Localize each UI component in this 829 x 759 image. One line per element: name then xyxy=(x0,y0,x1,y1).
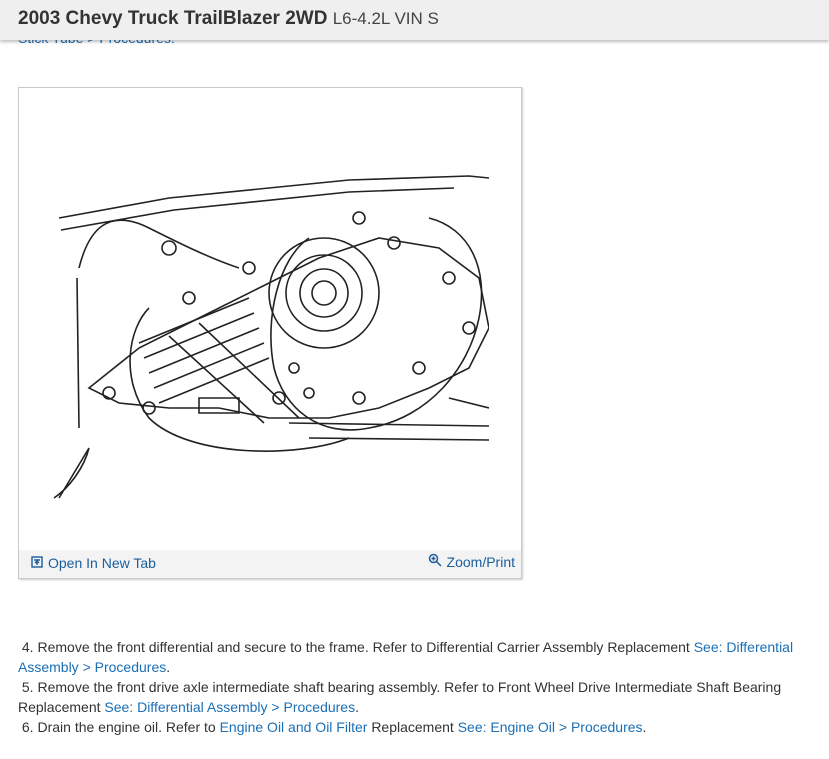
engine-label: L6-4.2L VIN S xyxy=(332,9,439,28)
open-in-new-tab-icon xyxy=(31,555,48,571)
page-header: 2003 Chevy Truck TrailBlazer 2WD L6-4.2L… xyxy=(0,0,829,40)
step-end: . xyxy=(355,699,359,715)
step-6: 6. Drain the engine oil. Refer to Engine… xyxy=(18,717,808,737)
engine-oil-filter-link[interactable]: Engine Oil and Oil Filter xyxy=(220,719,368,735)
diagram-figure: Open In New Tab Zoom/Print xyxy=(18,87,522,579)
step-text: Drain the engine oil. Refer to xyxy=(37,719,216,735)
zoom-print-button[interactable]: Zoom/Print xyxy=(428,553,515,570)
step-number: 4. xyxy=(21,639,34,655)
step-4: 4. Remove the front differential and sec… xyxy=(18,637,808,677)
differential-assembly-link[interactable]: See: Differential Assembly > Procedures xyxy=(104,699,355,715)
zoom-print-label: Zoom/Print xyxy=(446,553,515,570)
step-text: Remove the front differential and secure… xyxy=(37,639,690,655)
step-text: Replacement xyxy=(371,719,454,735)
step-end: . xyxy=(642,719,647,735)
engine-diagram-image xyxy=(53,175,489,499)
page-title: 2003 Chevy Truck TrailBlazer 2WD L6-4.2L… xyxy=(18,8,439,30)
open-in-new-tab-label: Open In New Tab xyxy=(48,555,156,571)
vehicle-title: 2003 Chevy Truck TrailBlazer 2WD xyxy=(18,8,328,29)
zoom-icon xyxy=(428,553,447,570)
open-in-new-tab-button[interactable]: Open In New Tab xyxy=(31,555,156,571)
procedure-steps: 4. Remove the front differential and sec… xyxy=(18,637,808,737)
figure-toolbar: Open In New Tab Zoom/Print xyxy=(19,550,521,578)
step-5: 5. Remove the front drive axle intermedi… xyxy=(18,677,808,717)
engine-oil-procedures-link[interactable]: See: Engine Oil > Procedures xyxy=(458,719,643,735)
step-number: 5. xyxy=(21,679,34,695)
step-end: . xyxy=(166,659,171,675)
step-number: 6. xyxy=(21,719,34,735)
